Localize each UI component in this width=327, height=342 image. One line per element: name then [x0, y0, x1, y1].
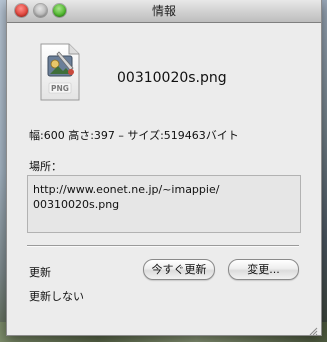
update-option[interactable]: 更新しない	[29, 288, 84, 304]
info-window: 情報 PNG 00310020s.png 幅:600 高さ:397 – サイズ:…	[6, 0, 322, 336]
file-name: 00310020s.png	[117, 70, 227, 86]
location-url[interactable]: http://www.eonet.ne.jp/~imappie/ 0031002…	[33, 182, 295, 212]
file-dimensions-size: 幅:600 高さ:397 – サイズ:519463バイト	[29, 129, 239, 142]
title-bar[interactable]: 情報	[7, 0, 321, 23]
png-file-icon: PNG	[37, 42, 83, 102]
change-button[interactable]: 変更...	[228, 259, 299, 280]
location-field[interactable]: http://www.eonet.ne.jp/~imappie/ 0031002…	[27, 175, 301, 233]
divider	[27, 245, 299, 247]
location-label: 場所：	[29, 160, 62, 173]
svg-text:PNG: PNG	[51, 84, 69, 93]
resize-grip-icon[interactable]	[307, 321, 318, 336]
update-now-button[interactable]: 今すぐ更新	[143, 259, 215, 280]
update-label: 更新	[29, 266, 51, 279]
window-title: 情報	[151, 4, 176, 18]
